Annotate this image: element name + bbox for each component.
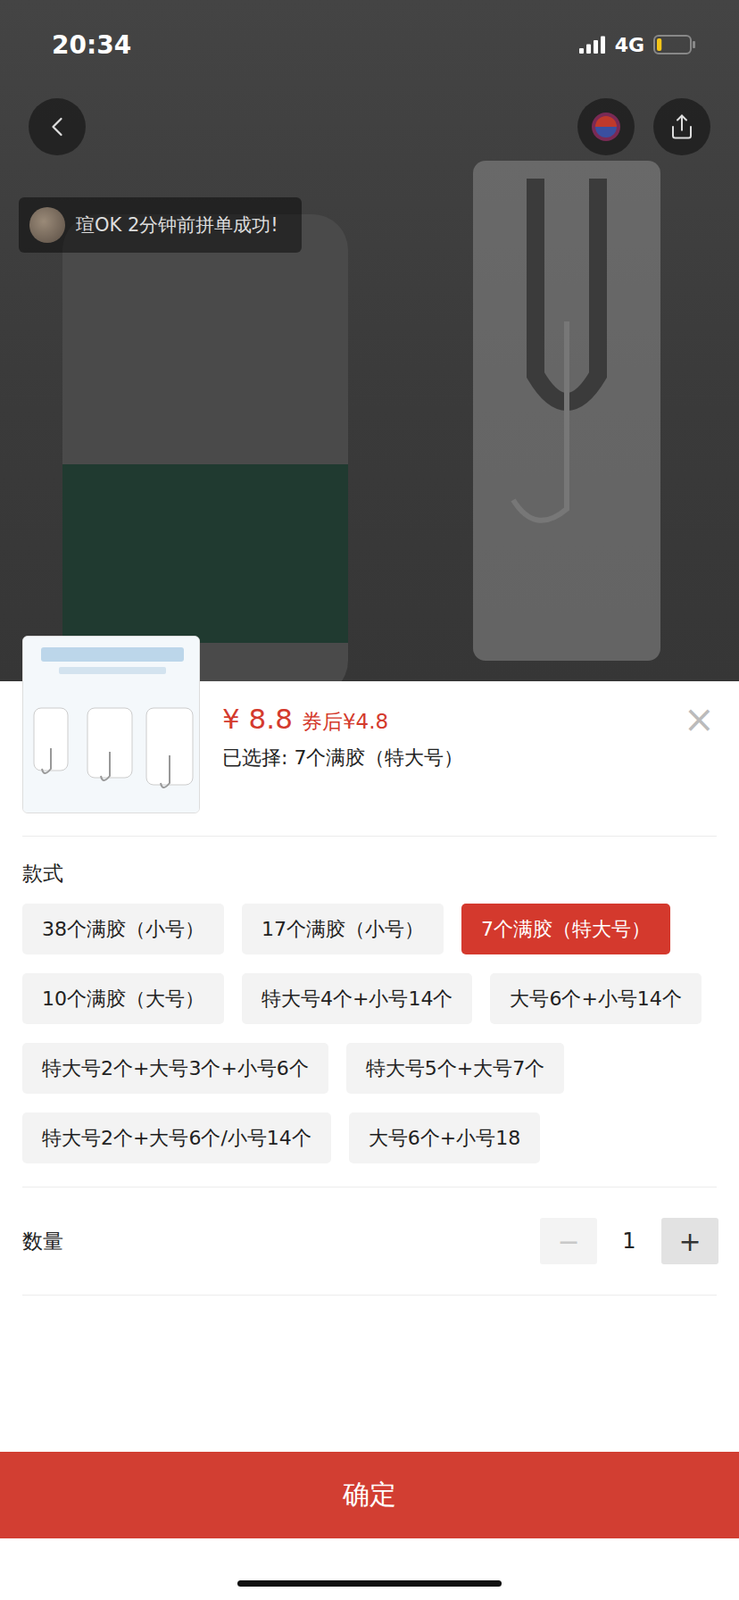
spec-option[interactable]: 特大号5个+大号7个: [346, 1042, 565, 1094]
spec-option[interactable]: 7个满胶（特大号）: [461, 903, 671, 955]
quantity-row: 数量 −1+: [0, 1187, 739, 1295]
back-button[interactable]: [28, 98, 86, 156]
spec-option[interactable]: 17个满胶（小号）: [241, 903, 444, 955]
spec-label: 款式: [22, 859, 717, 888]
spec-option[interactable]: 大号6个+小号18: [348, 1112, 540, 1163]
app-logo-icon: [588, 108, 624, 145]
app-logo-button[interactable]: [577, 98, 635, 156]
divider: [22, 1294, 717, 1296]
sku-sheet: ¥ 8.8券后¥4.8已选择: 7个满胶（特大号）×款式38个满胶（小号）17个…: [0, 680, 739, 1600]
spec-section: 款式 38个满胶（小号） 17个满胶（小号） 7个满胶（特大号） 10个满胶（大号） 特大…: [0, 836, 739, 1187]
status-time: 20:34: [51, 30, 132, 60]
spec-option[interactable]: 38个满胶（小号）: [22, 903, 225, 955]
product-header: 20:34 4G 瑄OK 2分钟前拼单成功!: [0, 0, 739, 681]
network-label: 4G: [614, 33, 645, 57]
close-button[interactable]: ×: [681, 700, 717, 739]
divider: [22, 1186, 717, 1188]
spec-option[interactable]: 大号6个+小号14个: [489, 972, 701, 1024]
coupon-price: 券后¥4.8: [301, 707, 389, 736]
toast-text: 瑄OK 2分钟前拼单成功!: [75, 212, 279, 238]
back-icon: [41, 110, 74, 143]
product-thumbnail: [22, 635, 200, 814]
quantity-stepper: −1+: [539, 1217, 719, 1264]
selected-text: 已选择: 7个满胶（特大号）: [222, 744, 464, 772]
quantity-value[interactable]: 1: [597, 1228, 662, 1254]
spec-option[interactable]: 10个满胶（大号）: [22, 972, 225, 1024]
spec-option[interactable]: 特大号2个+大号6个/小号14个: [22, 1112, 332, 1163]
share-button[interactable]: [653, 98, 711, 156]
divider: [22, 835, 717, 837]
home-indicator: [237, 1579, 502, 1586]
spec-options: 38个满胶（小号） 17个满胶（小号） 7个满胶（特大号） 10个满胶（大号） 特大号4…: [22, 903, 717, 1163]
plus-button[interactable]: +: [661, 1217, 719, 1264]
signal-icon: [579, 35, 607, 54]
nav-bar: [0, 89, 739, 156]
status-bar: 20:34 4G: [0, 0, 739, 90]
product-photo: [0, 0, 739, 681]
spec-option[interactable]: 特大号2个+大号3个+小号6个: [22, 1042, 329, 1094]
spec-option[interactable]: 特大号4个+小号14个: [241, 972, 473, 1024]
sku-selector-screen: 20:34 4G 瑄OK 2分钟前拼单成功! ¥ 8.8 券后¥4.8 已选择: 7个满胶…: [0, 0, 739, 1600]
quantity-label: 数量: [22, 1227, 64, 1255]
battery-icon: [653, 34, 697, 55]
price: ¥ 8.8: [222, 702, 293, 735]
minus-button[interactable]: −: [539, 1217, 598, 1264]
confirm-button[interactable]: 确定: [0, 1451, 739, 1538]
share-icon: [668, 113, 696, 141]
group-buy-toast: 瑄OK 2分钟前拼单成功!: [18, 197, 302, 253]
user-avatar: [29, 207, 66, 243]
